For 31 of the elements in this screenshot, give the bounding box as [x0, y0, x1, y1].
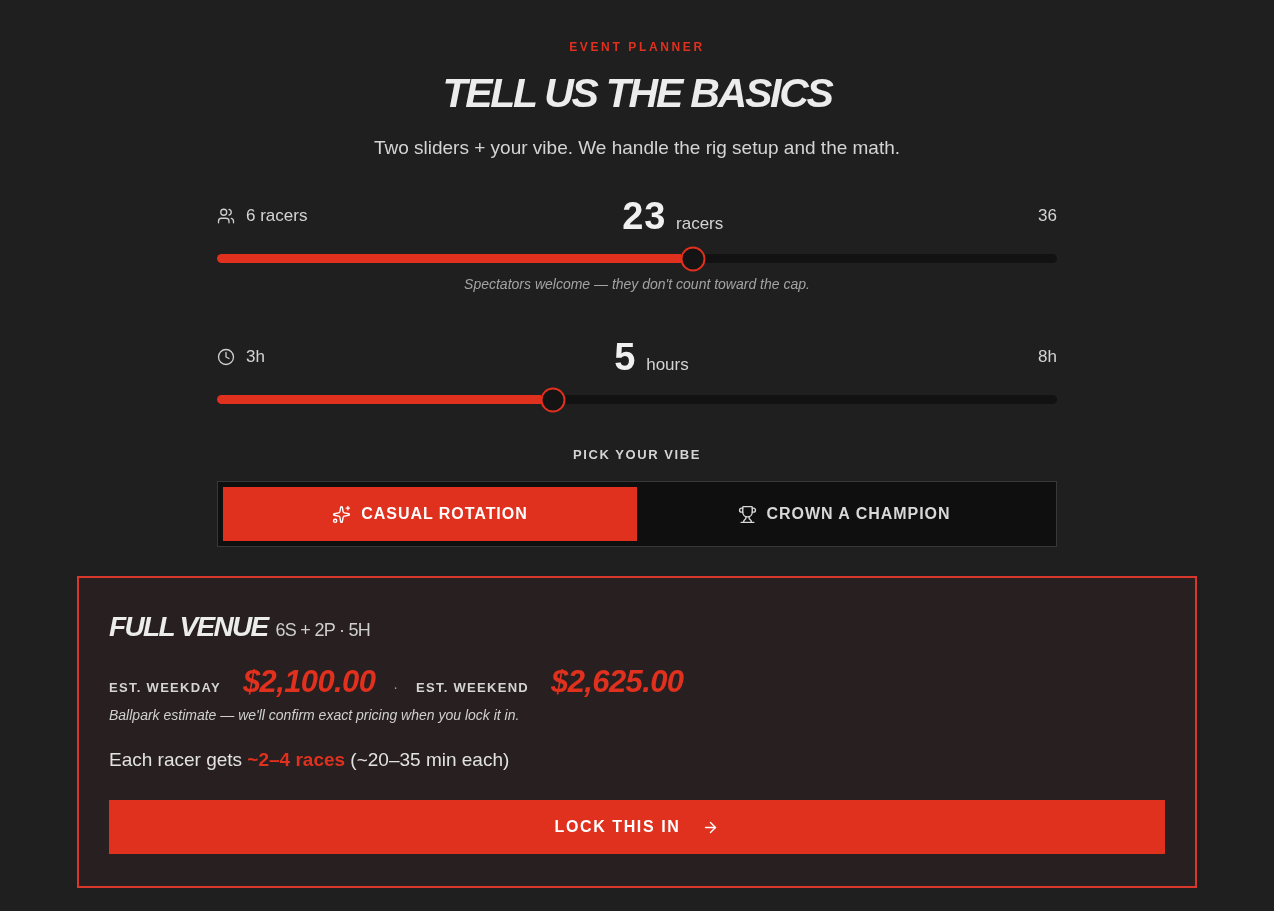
slider-unit: racers	[676, 212, 724, 235]
price-separator: ·	[393, 678, 398, 697]
price-amount: $2,100.00	[242, 664, 376, 700]
trophy-icon	[737, 504, 757, 524]
estimate-disclaimer: Ballpark estimate — we'll confirm exact pricing when you lock it in.	[109, 706, 521, 725]
slider-value: 5	[614, 337, 637, 376]
races-per-racer-text: Each racer gets ~2–4 races (~20–35 min each)	[109, 748, 511, 772]
slider-note: Spectators welcome — they don't count toward the cap.	[463, 275, 811, 294]
people-icon	[217, 207, 235, 225]
price-label: EST. WEEKDAY	[109, 679, 221, 697]
package-config: 6S + 2P · 5H	[275, 619, 371, 642]
vibe-heading: PICK YOUR VIBE	[573, 446, 701, 464]
vibe-option-tab[interactable]: CROWN A CHAMPION	[637, 487, 1051, 541]
vibe-option-tab[interactable]: CASUAL ROTATION	[223, 487, 637, 541]
slider-handle[interactable]	[680, 246, 706, 271]
slider-max-label: 36	[1038, 205, 1057, 227]
sparkle-icon	[332, 504, 352, 524]
package-title: FULL VENUE	[109, 612, 268, 642]
price-label: EST. WEEKEND	[415, 679, 530, 697]
eyebrow-label: EVENT PLANNER	[569, 39, 705, 55]
slider-value: 23	[622, 196, 667, 235]
slider-min-label: 6 racers	[246, 205, 308, 227]
price-amount: $2,625.00	[551, 664, 684, 700]
slider-max-label: 8h	[1038, 346, 1057, 368]
page-title: TELL US THE BASICS	[442, 73, 832, 113]
slider-min-label: 3h	[246, 346, 265, 368]
lock-in-button[interactable]: LOCK THIS IN	[109, 800, 1165, 854]
slider-handle[interactable]	[540, 387, 566, 412]
page-subtitle: Two sliders + your vibe. We handle the rig setup and the math.	[373, 136, 901, 160]
clock-icon	[217, 348, 235, 366]
slider-unit: hours	[646, 353, 689, 376]
